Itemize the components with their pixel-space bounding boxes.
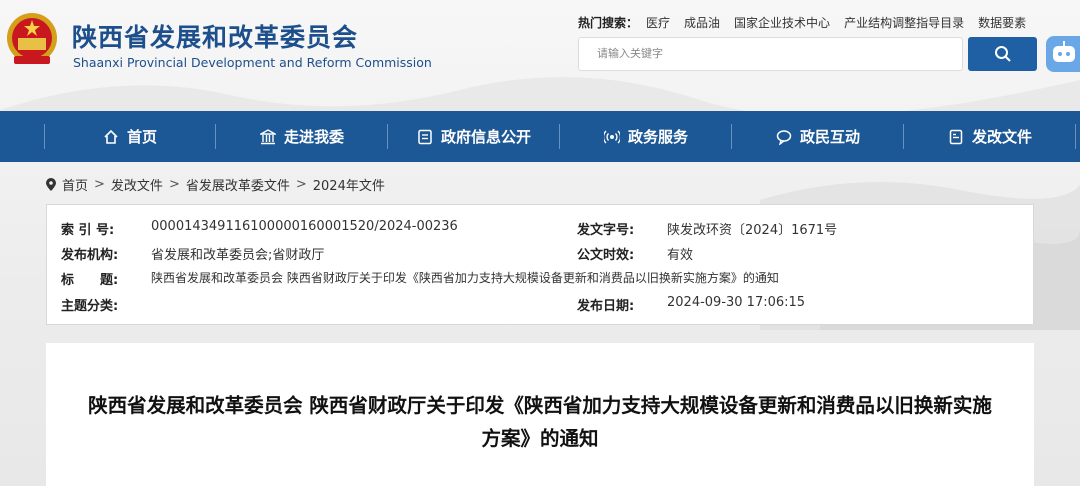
breadcrumb-item[interactable]: 发改文件 — [111, 175, 163, 194]
breadcrumb-item[interactable]: 省发展改革委文件 — [186, 175, 290, 194]
info-value: 陕西省发展和改革委员会 陕西省财政厅关于印发《陕西省加力支持大规模设备更新和消费… — [151, 271, 779, 285]
info-row-date: 发布日期: 2024-09-30 17:06:15 — [577, 295, 805, 314]
info-row-publisher: 发布机构: 省发展和改革委员会;省财政厅 — [61, 244, 324, 263]
building-icon — [259, 128, 276, 144]
breadcrumb-item[interactable]: 2024年文件 — [313, 175, 385, 194]
article-container: 陕西省发展和改革委员会 陕西省财政厅关于印发《陕西省加力支持大规模设备更新和消费… — [46, 343, 1034, 486]
info-value: 陕发改环资〔2024〕1671号 — [667, 223, 838, 238]
chat-icon — [776, 129, 792, 145]
info-value: 2024-09-30 17:06:15 — [667, 295, 806, 310]
nav-item-label: 政民互动 — [799, 128, 860, 146]
breadcrumb-separator: > — [94, 177, 105, 192]
nav-item-services[interactable]: 政务服务 — [560, 111, 732, 162]
breadcrumb: 首页 > 发改文件 > 省发展改革委文件 > 2024年文件 — [46, 175, 385, 194]
robot-icon — [1053, 41, 1075, 62]
main-nav: 首页 走进我委 政府信息公开 政务服务 政民互动 发改文件 — [0, 111, 1080, 162]
hot-search-item[interactable]: 成品油 — [684, 14, 720, 31]
breadcrumb-separator: > — [168, 177, 180, 192]
nav-item-interaction[interactable]: 政民互动 — [732, 111, 904, 162]
nav-item-about[interactable]: 走进我委 — [216, 111, 388, 162]
nav-item-home[interactable]: 首页 — [44, 111, 216, 162]
national-emblem-icon — [7, 13, 57, 64]
article-title: 陕西省发展和改革委员会 陕西省财政厅关于印发《陕西省加力支持大规模设备更新和消费… — [88, 394, 992, 450]
nav-item-label: 走进我委 — [283, 128, 344, 146]
hot-search: 热门搜索： 医疗 成品油 国家企业技术中心 产业结构调整指导目录 数据要素 — [578, 14, 1040, 31]
site-header: 陕西省发展和改革委员会 Shaanxi Provincial Developme… — [0, 0, 1080, 111]
hot-search-item[interactable]: 产业结构调整指导目录 — [844, 14, 964, 31]
nav-item-info-disclosure[interactable]: 政府信息公开 — [388, 111, 560, 162]
search-input[interactable]: 请输入关键字 — [578, 37, 963, 71]
search-icon — [994, 46, 1011, 62]
info-row-index: 索 引 号: 000014349116100000160001520/2024-… — [61, 219, 458, 238]
info-label: 标 题: — [61, 273, 119, 288]
info-row-topic: 主题分类: — [61, 295, 151, 314]
info-label: 索 引 号: — [61, 223, 115, 238]
info-row-doc-number: 发文字号: 陕发改环资〔2024〕1671号 — [577, 219, 837, 238]
info-value: 000014349116100000160001520/2024-00236 — [151, 219, 458, 234]
info-label: 主题分类: — [61, 299, 119, 314]
info-row-validity: 公文时效: 有效 — [577, 244, 693, 263]
document-info-panel: 索 引 号: 000014349116100000160001520/2024-… — [46, 204, 1034, 325]
hot-search-item[interactable]: 国家企业技术中心 — [734, 14, 830, 31]
site-subtitle: Shaanxi Provincial Development and Refor… — [73, 55, 432, 70]
info-label: 发文字号: — [577, 223, 635, 238]
location-pin-icon — [46, 178, 56, 191]
info-value: 有效 — [667, 248, 694, 263]
breadcrumb-item[interactable]: 首页 — [62, 175, 88, 194]
info-value: 省发展和改革委员会;省财政厅 — [151, 248, 325, 263]
document-icon — [418, 129, 432, 144]
info-row-title: 标 题: 陕西省发展和改革委员会 陕西省财政厅关于印发《陕西省加力支持大规模设备… — [61, 269, 779, 288]
info-label: 发布日期: — [577, 299, 635, 314]
breadcrumb-separator: > — [295, 177, 307, 192]
home-icon — [104, 129, 118, 144]
nav-item-documents[interactable]: 发改文件 — [904, 111, 1076, 162]
nav-item-label: 政务服务 — [627, 128, 688, 146]
broadcast-icon — [603, 130, 620, 143]
nav-item-label: 首页 — [126, 128, 157, 146]
hot-search-item[interactable]: 医疗 — [646, 14, 670, 31]
hot-search-item[interactable]: 数据要素 — [978, 14, 1026, 31]
hot-search-label: 热门搜索： — [578, 16, 639, 30]
info-label: 发布机构: — [61, 248, 119, 263]
search-button[interactable] — [968, 37, 1037, 71]
nav-item-label: 政府信息公开 — [440, 128, 531, 146]
file-icon — [949, 129, 963, 144]
nav-item-label: 发改文件 — [971, 128, 1032, 146]
assistant-robot-button[interactable] — [1046, 36, 1080, 72]
site-title[interactable]: 陕西省发展和改革委员会 — [72, 18, 358, 54]
info-label: 公文时效: — [577, 248, 635, 263]
